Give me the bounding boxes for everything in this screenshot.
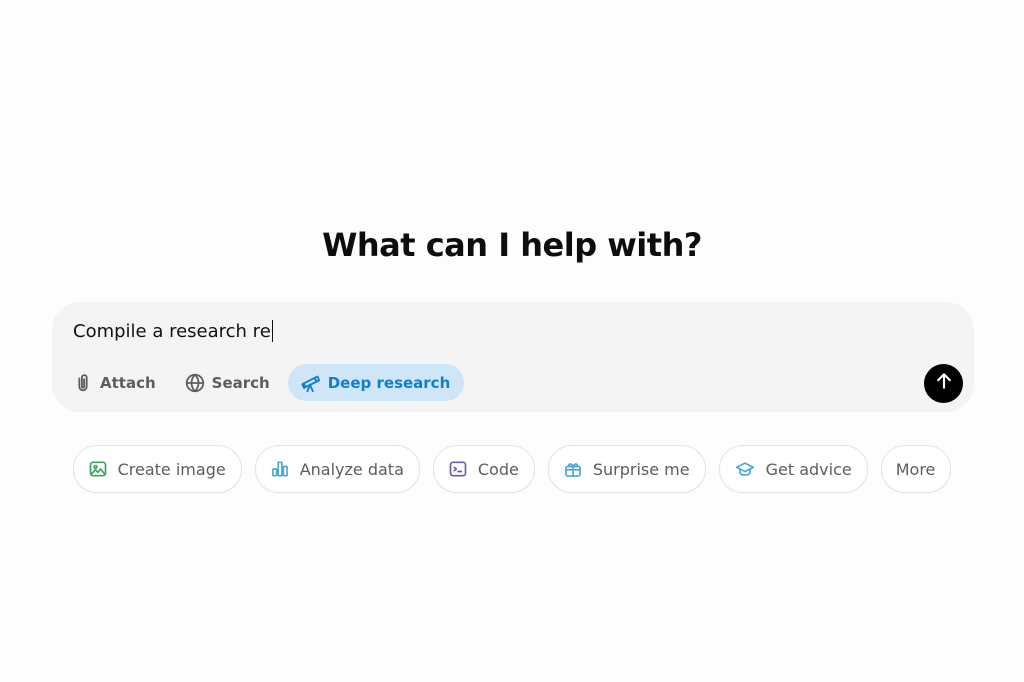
- composer-toolbar: Attach Search Deep research: [68, 364, 465, 401]
- page-title: What can I help with?: [322, 226, 702, 264]
- get-advice-chip[interactable]: Get advice: [718, 445, 868, 493]
- gift-icon: [563, 459, 583, 479]
- text-caret: [271, 320, 274, 342]
- search-button[interactable]: Search: [180, 364, 280, 401]
- analyze-data-label: Analyze data: [299, 459, 404, 479]
- send-button[interactable]: [924, 364, 963, 403]
- surprise-me-chip[interactable]: Surprise me: [547, 445, 706, 493]
- more-label: More: [895, 459, 936, 479]
- attach-button[interactable]: Attach: [68, 364, 166, 401]
- page: What can I help with? Compile a research…: [0, 0, 1024, 682]
- prompt-input[interactable]: Compile a research re: [73, 320, 274, 342]
- prompt-composer[interactable]: Compile a research re Attach Search Deep…: [52, 302, 974, 412]
- globe-icon: [184, 372, 206, 394]
- search-label: Search: [211, 373, 270, 392]
- paperclip-icon: [72, 372, 94, 394]
- surprise-me-label: Surprise me: [592, 459, 690, 479]
- bar-chart-icon: [270, 459, 290, 479]
- image-icon: [88, 459, 108, 479]
- create-image-label: Create image: [117, 459, 226, 479]
- deep-research-button[interactable]: Deep research: [287, 364, 465, 401]
- attach-label: Attach: [100, 373, 156, 392]
- suggestion-chips: Create image Analyze data Code Surprise …: [0, 445, 1024, 493]
- graduation-cap-icon: [734, 459, 756, 479]
- code-label: Code: [477, 459, 519, 479]
- get-advice-label: Get advice: [765, 459, 852, 479]
- analyze-data-chip[interactable]: Analyze data: [254, 445, 420, 493]
- telescope-icon: [300, 372, 322, 394]
- more-chip[interactable]: More: [880, 445, 952, 493]
- prompt-input-text[interactable]: Compile a research re: [73, 321, 271, 342]
- code-chip[interactable]: Code: [432, 445, 535, 493]
- create-image-chip[interactable]: Create image: [72, 445, 242, 493]
- terminal-icon: [448, 459, 468, 479]
- deep-research-label: Deep research: [327, 373, 451, 392]
- arrow-up-icon: [934, 371, 954, 396]
